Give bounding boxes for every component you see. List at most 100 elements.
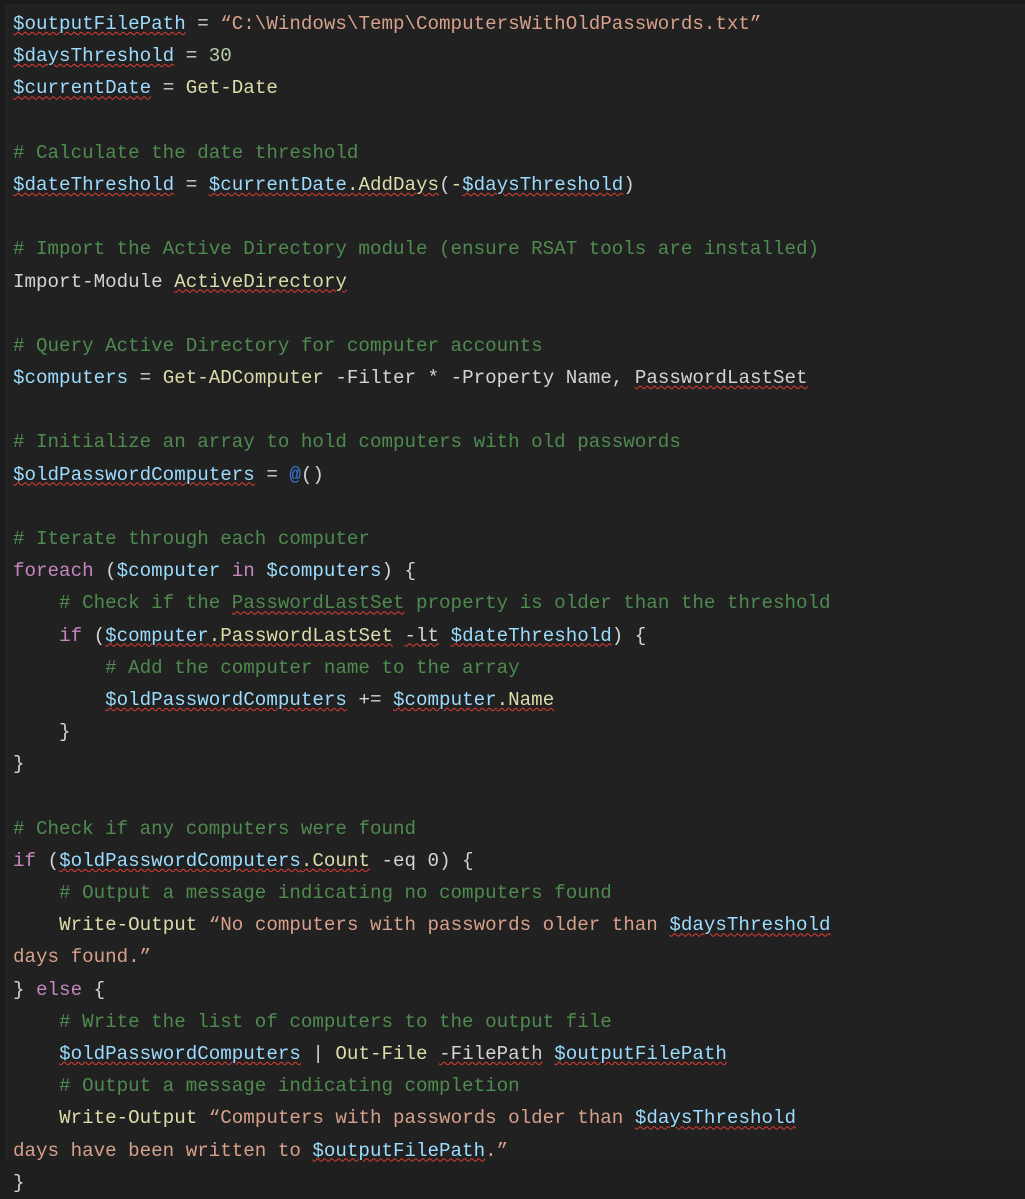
spellcheck-token: -FilePath	[439, 1043, 543, 1065]
code-token: foreach	[13, 560, 94, 583]
code-token: 30	[208, 45, 232, 68]
code-token: # Initialize an array to hold computers …	[13, 431, 681, 454]
code-token: Import-Module	[13, 270, 163, 293]
code-token: if	[59, 624, 83, 647]
spellcheck-token: $oldPasswordComputers	[105, 688, 347, 711]
code-token: -Filter	[335, 367, 417, 390]
code-token[interactable]: @	[289, 464, 301, 486]
code-token: }	[13, 753, 25, 776]
code-line: foreach ($computer in $computers) {	[13, 555, 1025, 587]
code-token: # Check if the	[13, 592, 232, 615]
spellcheck-token: $oldPasswordComputers	[59, 1043, 301, 1065]
code-token: (	[36, 849, 60, 872]
code-token: # Iterate through each computer	[13, 528, 370, 550]
code-token: # Output a message indicating no compute…	[13, 882, 612, 905]
code-token: Get-ADComputer	[162, 367, 324, 390]
spellcheck-token: $currentDate	[208, 173, 347, 196]
code-token: )	[623, 173, 635, 196]
code-token: -eq	[381, 849, 417, 872]
code-line: # Check if the PasswordLastSet property …	[13, 587, 1025, 619]
code-token: if	[13, 849, 37, 872]
code-token: ) {	[439, 849, 474, 872]
code-line: $dateThreshold = $currentDate.AddDays(-$…	[13, 169, 1025, 201]
code-token: Name,	[554, 367, 635, 390]
code-token: days found.”	[13, 946, 152, 969]
code-token: “C:\Windows\Temp\ComputersWithOldPasswor…	[220, 13, 762, 35]
code-token: =	[174, 45, 209, 68]
code-line: # Output a message indicating completion	[13, 1070, 1025, 1102]
code-token: Out-File	[335, 1043, 428, 1065]
code-token: ) {	[381, 560, 417, 583]
code-line: if ($computer.PasswordLastSet -lt $dateT…	[13, 620, 1025, 652]
code-line: }	[13, 1167, 1025, 1199]
code-line: days have been written to $outputFilePat…	[13, 1135, 1025, 1167]
code-line: $computers = Get-ADComputer -Filter * -P…	[13, 362, 1025, 394]
spellcheck-token: $outputFilePath	[13, 13, 186, 35]
code-body[interactable]: $outputFilePath = “C:\Windows\Temp\Compu…	[13, 8, 1025, 1199]
code-line: Write-Output “Computers with passwords o…	[13, 1102, 1025, 1134]
spellcheck-token: $oldPasswordComputers	[59, 849, 301, 872]
code-token: days have been written to	[13, 1139, 313, 1162]
spellcheck-token: $outputFilePath	[554, 1043, 727, 1065]
code-line: } else {	[13, 974, 1025, 1006]
code-token: ()	[300, 463, 324, 486]
spellcheck-token: .Count	[300, 849, 370, 872]
spellcheck-token: $oldPasswordComputers	[13, 463, 255, 486]
code-token: {	[82, 978, 106, 1001]
code-token: Get-Date	[185, 77, 278, 100]
spellcheck-token: $dateThreshold	[13, 173, 175, 196]
spellcheck-token: $daysThreshold	[13, 45, 175, 68]
code-line: if ($oldPasswordComputers.Count -eq 0) {	[13, 845, 1025, 877]
code-line: # Write the list of computers to the out…	[13, 1006, 1025, 1038]
code-token: 0	[427, 849, 440, 872]
spellcheck-token: .Name	[496, 688, 555, 711]
code-token: $computer	[116, 560, 221, 583]
code-token: $computers	[13, 367, 129, 390]
code-token: # Check if any computers were found	[13, 817, 417, 840]
spellcheck-token: PasswordLastSet	[634, 367, 808, 390]
code-token: =	[128, 367, 163, 390]
code-token: property is older than the threshold	[404, 592, 831, 615]
spellcheck-token: $currentDate	[13, 77, 152, 100]
code-token: $computers	[266, 560, 382, 583]
code-token: =	[254, 463, 290, 486]
code-line: # Query Active Directory for computer ac…	[13, 330, 1025, 362]
code-token: “No computers with passwords older than	[208, 914, 670, 937]
powershell-code-block[interactable]: $outputFilePath = “C:\Windows\Temp\Compu…	[0, 0, 1025, 1194]
code-token: ) {	[611, 624, 647, 647]
code-line: $oldPasswordComputers += $computer.Name	[13, 684, 1025, 716]
code-token: =	[151, 77, 186, 100]
code-token: }	[13, 978, 37, 1001]
code-line: # Iterate through each computer	[13, 523, 1025, 555]
code-token: Write-Output	[59, 1107, 198, 1130]
code-token: else	[36, 978, 83, 1001]
spellcheck-token: $daysThreshold	[669, 914, 831, 937]
code-line: # Import the Active Directory module (en…	[13, 233, 1025, 265]
code-line: $oldPasswordComputers = @()	[13, 459, 1025, 491]
spellcheck-token: ActiveDirectory	[174, 270, 347, 293]
code-token: +=	[358, 688, 382, 711]
code-token: (	[82, 624, 106, 647]
code-line: days found.”	[13, 941, 1025, 973]
code-token: -	[450, 173, 463, 196]
code-line: $daysThreshold = 30	[13, 40, 1025, 72]
spellcheck-token: $daysThreshold	[634, 1107, 797, 1130]
code-token: # Output a message indicating completion	[13, 1075, 520, 1098]
code-token: Write-Output	[59, 914, 198, 937]
spellcheck-token: .AddDays	[346, 173, 440, 196]
code-line: # Check if any computers were found	[13, 813, 1025, 845]
code-token: in	[231, 560, 255, 583]
code-token: *	[416, 367, 451, 390]
